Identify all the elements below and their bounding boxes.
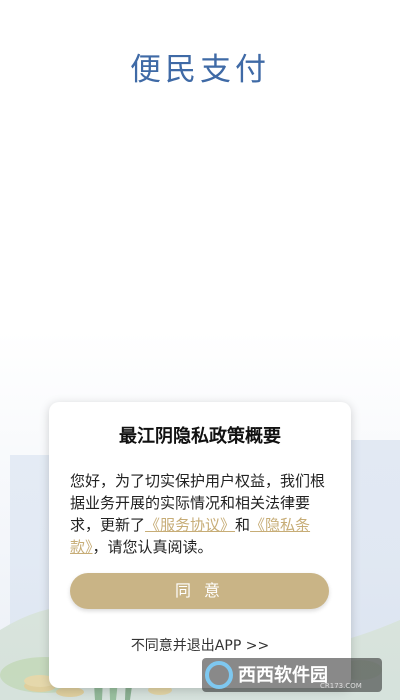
privacy-dialog: 最江阴隐私政策概要 您好，为了切实保护用户权益，我们根据业务开展的实际情况和相关…	[49, 402, 351, 688]
app-title: 便民支付	[130, 52, 270, 88]
dialog-body: 您好，为了切实保护用户权益，我们根据业务开展的实际情况和相关法律要求，更新了《服…	[70, 470, 332, 558]
agree-button[interactable]: 同 意	[70, 573, 329, 609]
dialog-title: 最江阴隐私政策概要	[119, 426, 281, 447]
body-text-outro: ，请您认真阅读。	[92, 538, 213, 556]
service-agreement-link[interactable]: 《服务协议》	[145, 516, 235, 534]
disagree-exit-link[interactable]: 不同意并退出APP >>	[49, 635, 351, 655]
watermark-text: 西西软件园	[238, 664, 328, 686]
watermark-subtext: CR173.COM	[320, 682, 362, 690]
body-text-and: 和	[235, 516, 251, 534]
watermark-logo: 西西软件园 CR173.COM	[202, 658, 382, 692]
